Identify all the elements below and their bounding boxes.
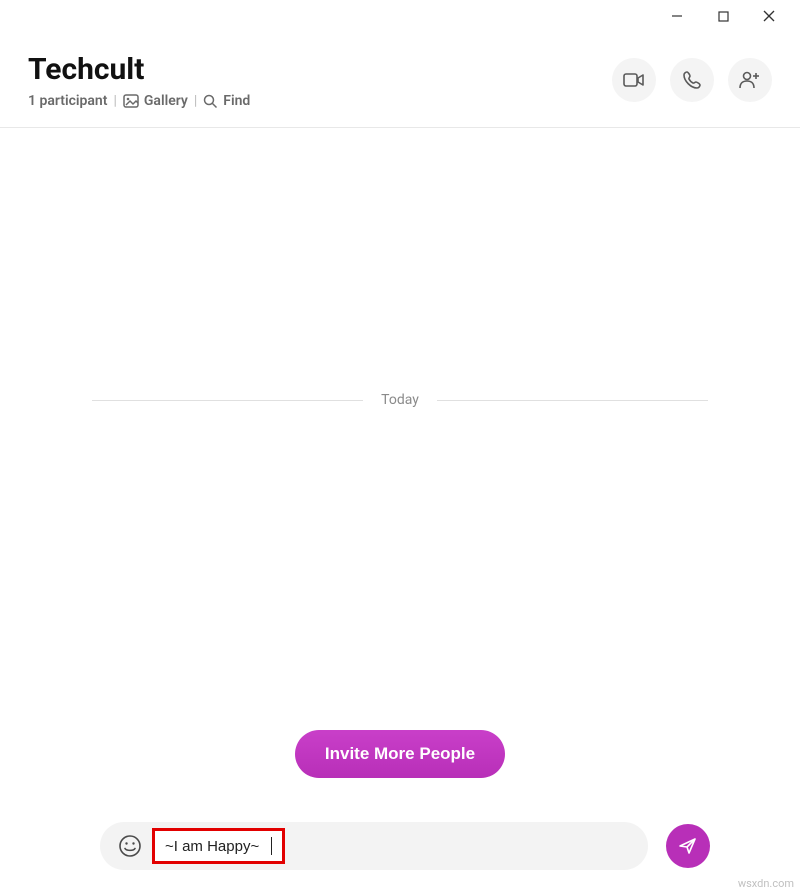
divider: | [194, 93, 197, 109]
add-person-icon [739, 70, 761, 90]
date-divider: Today [0, 392, 800, 408]
minimize-icon [671, 10, 683, 22]
input-highlight-box [152, 828, 285, 864]
divider: | [113, 93, 116, 109]
divider-line [92, 400, 363, 401]
chat-area: Today Invite More People [0, 128, 800, 798]
date-label: Today [363, 392, 437, 408]
participants-link[interactable]: 1 participant [28, 93, 107, 109]
header-actions [612, 58, 772, 102]
audio-call-button[interactable] [670, 58, 714, 102]
phone-icon [682, 70, 702, 90]
emoji-button[interactable] [114, 830, 146, 862]
message-input[interactable] [165, 838, 271, 855]
conversation-title: Techcult [28, 52, 250, 87]
minimize-button[interactable] [654, 0, 700, 32]
close-icon [763, 10, 775, 22]
send-button[interactable] [666, 824, 710, 868]
window-controls [654, 0, 800, 32]
header-left: Techcult 1 participant | Gallery | [28, 52, 250, 109]
emoji-icon [118, 834, 142, 858]
text-cursor [271, 837, 272, 855]
message-composer [0, 822, 800, 870]
gallery-label: Gallery [144, 93, 188, 109]
message-input-pill[interactable] [100, 822, 648, 870]
divider-line [437, 400, 708, 401]
invite-more-people-button[interactable]: Invite More People [295, 730, 505, 778]
find-link[interactable]: Find [203, 93, 250, 109]
add-participant-button[interactable] [728, 58, 772, 102]
maximize-button[interactable] [700, 0, 746, 32]
video-call-button[interactable] [612, 58, 656, 102]
video-icon [623, 72, 645, 88]
send-icon [678, 836, 698, 856]
participants-label: 1 participant [28, 93, 107, 109]
maximize-icon [718, 11, 729, 22]
invite-wrap: Invite More People [0, 730, 800, 778]
close-button[interactable] [746, 0, 792, 32]
search-icon [203, 94, 218, 109]
gallery-icon [123, 94, 139, 108]
find-label: Find [223, 93, 250, 109]
watermark: wsxdn.com [738, 877, 794, 890]
header-subrow: 1 participant | Gallery | Find [28, 93, 250, 109]
gallery-link[interactable]: Gallery [123, 93, 188, 109]
